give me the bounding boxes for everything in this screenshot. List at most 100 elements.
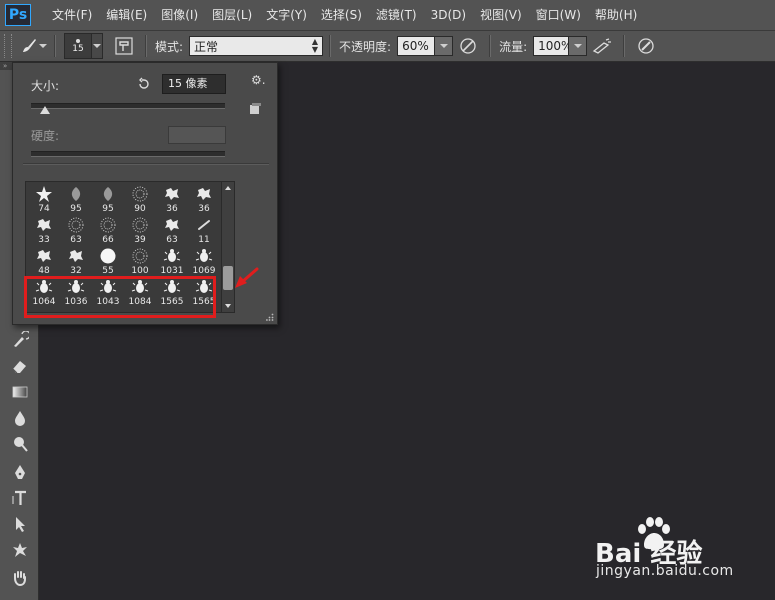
separator: [489, 35, 492, 57]
pressure-size-button[interactable]: [635, 35, 657, 57]
blend-mode-select[interactable]: 正常 ▲ ▼: [189, 36, 324, 56]
scroll-down-arrow-icon[interactable]: [225, 304, 231, 308]
brush-preset-cell[interactable]: 32: [60, 246, 92, 277]
brush-size-label: 55: [102, 266, 114, 276]
menu-select[interactable]: 选择(S): [314, 0, 369, 30]
pen-tool[interactable]: [9, 461, 31, 483]
opacity-label: 不透明度:: [339, 39, 392, 54]
brush-preset-cell[interactable]: 36: [156, 184, 188, 215]
menu-edit[interactable]: 编辑(E): [99, 0, 154, 30]
brush-preset-cell[interactable]: 1084: [124, 277, 156, 308]
shape-icon: [13, 543, 27, 557]
hand-tool[interactable]: [9, 567, 31, 589]
brush-preset-cell[interactable]: 95: [92, 184, 124, 215]
menu-help[interactable]: 帮助(H): [588, 0, 644, 30]
menu-type[interactable]: 文字(Y): [259, 0, 314, 30]
brush-preset-cell[interactable]: 90: [124, 184, 156, 215]
type-tool[interactable]: [9, 487, 31, 509]
size-label: 大小:: [31, 79, 60, 93]
brush-tip-icon: [165, 188, 179, 200]
brush-preset-cell[interactable]: 48: [28, 246, 60, 277]
new-preset-icon[interactable]: [249, 103, 261, 115]
menu-filter[interactable]: 滤镜(T): [369, 0, 424, 30]
brush-size-label: 66: [102, 235, 114, 245]
brush-preset-cell[interactable]: 95: [60, 184, 92, 215]
brush-preset-cell[interactable]: 55: [92, 246, 124, 277]
size-slider[interactable]: [31, 103, 225, 109]
blend-mode-value: 正常: [194, 39, 219, 54]
separator: [329, 35, 332, 57]
brush-grid-scrollbar[interactable]: [221, 181, 235, 313]
brush-tip-icon: [131, 280, 149, 293]
scroll-up-arrow-icon[interactable]: [225, 186, 231, 190]
custom-shape-tool[interactable]: [9, 539, 31, 561]
brush-preset-cell[interactable]: 1036: [60, 277, 92, 308]
resize-grip-icon[interactable]: [266, 313, 274, 321]
separator: [623, 35, 626, 57]
menu-view[interactable]: 视图(V): [473, 0, 529, 30]
red-arrow-annotation-icon: [235, 267, 259, 288]
gradient-tool[interactable]: [9, 381, 31, 403]
brush-preset-cell[interactable]: 100: [124, 246, 156, 277]
menu-window[interactable]: 窗口(W): [529, 0, 588, 30]
opacity-dropdown[interactable]: [435, 36, 454, 56]
brush-tip-icon: [71, 187, 81, 201]
brush-picker-dropdown[interactable]: [92, 33, 103, 59]
dodge-tool[interactable]: [9, 433, 31, 455]
brush-tip-icon: [132, 217, 148, 233]
menu-file[interactable]: 文件(F): [45, 0, 99, 30]
brush-preset-cell[interactable]: 1565: [156, 277, 188, 308]
baidu-watermark-url: jingyan.baidu.com: [596, 563, 734, 579]
airbrush-button[interactable]: [591, 35, 613, 57]
brush-preset-cell[interactable]: 1031: [156, 246, 188, 277]
eraser-tool[interactable]: [9, 355, 31, 377]
brush-preset-cell[interactable]: 1069: [188, 246, 220, 277]
brush-size-label: 100: [131, 266, 149, 276]
flow-input[interactable]: 100%: [533, 36, 572, 56]
reset-size-icon[interactable]: [137, 77, 151, 91]
brush-size-label: 1565: [160, 297, 184, 307]
menu-3d[interactable]: 3D(D): [424, 0, 473, 30]
brush-tip-icon: [103, 187, 113, 201]
tool-preset-picker[interactable]: [18, 35, 48, 57]
options-bar-grip[interactable]: [4, 34, 12, 58]
brush-size-label: 48: [38, 266, 50, 276]
brush-preset-cell[interactable]: 11: [188, 215, 220, 246]
brush-preset-cell[interactable]: 63: [156, 215, 188, 246]
pen-icon: [15, 465, 25, 479]
brush-size-label: 63: [70, 235, 82, 245]
brush-preset-cell[interactable]: 74: [28, 184, 60, 215]
menu-layer[interactable]: 图层(L): [205, 0, 259, 30]
brush-tip-icon: [68, 217, 84, 233]
chevron-down-icon: [573, 44, 582, 48]
brush-preset-cell[interactable]: 63: [60, 215, 92, 246]
opacity-input[interactable]: 60%: [397, 36, 436, 56]
brush-presets-grid: 74 95 95 90 36 36 33 63 66 39 63 11 48 32 55 100 1031 106…: [25, 181, 223, 313]
brush-preset-cell[interactable]: 1064: [28, 277, 60, 308]
brush-preset-cell[interactable]: 33: [28, 215, 60, 246]
brush-preset-cell[interactable]: 1565: [188, 277, 220, 308]
brush-tool-icon: [23, 39, 36, 52]
blur-tool[interactable]: [9, 407, 31, 429]
pressure-opacity-button[interactable]: [457, 35, 479, 57]
history-brush-tool[interactable]: [9, 329, 31, 351]
brush-preset-preview[interactable]: 15: [64, 33, 92, 59]
brush-preset-cell[interactable]: 66: [92, 215, 124, 246]
brush-size-label: 11: [198, 235, 210, 245]
separator: [145, 35, 147, 57]
gear-icon[interactable]: ⚙.: [251, 73, 267, 87]
hand-icon: [14, 571, 26, 587]
brush-size-label: 33: [38, 235, 50, 245]
brush-size-label: 74: [38, 204, 50, 214]
brush-panel-toggle[interactable]: [113, 35, 135, 57]
brush-size-label: 39: [134, 235, 146, 245]
size-slider-thumb[interactable]: [39, 106, 50, 114]
path-selection-tool[interactable]: [9, 513, 31, 535]
brush-preset-cell[interactable]: 36: [188, 184, 220, 215]
menu-image[interactable]: 图像(I): [154, 0, 205, 30]
brush-preset-cell[interactable]: 1043: [92, 277, 124, 308]
updown-arrows-icon: ▲ ▼: [311, 37, 319, 54]
flow-dropdown[interactable]: [569, 36, 588, 56]
size-input[interactable]: 15 像素: [162, 74, 226, 94]
brush-preset-cell[interactable]: 39: [124, 215, 156, 246]
